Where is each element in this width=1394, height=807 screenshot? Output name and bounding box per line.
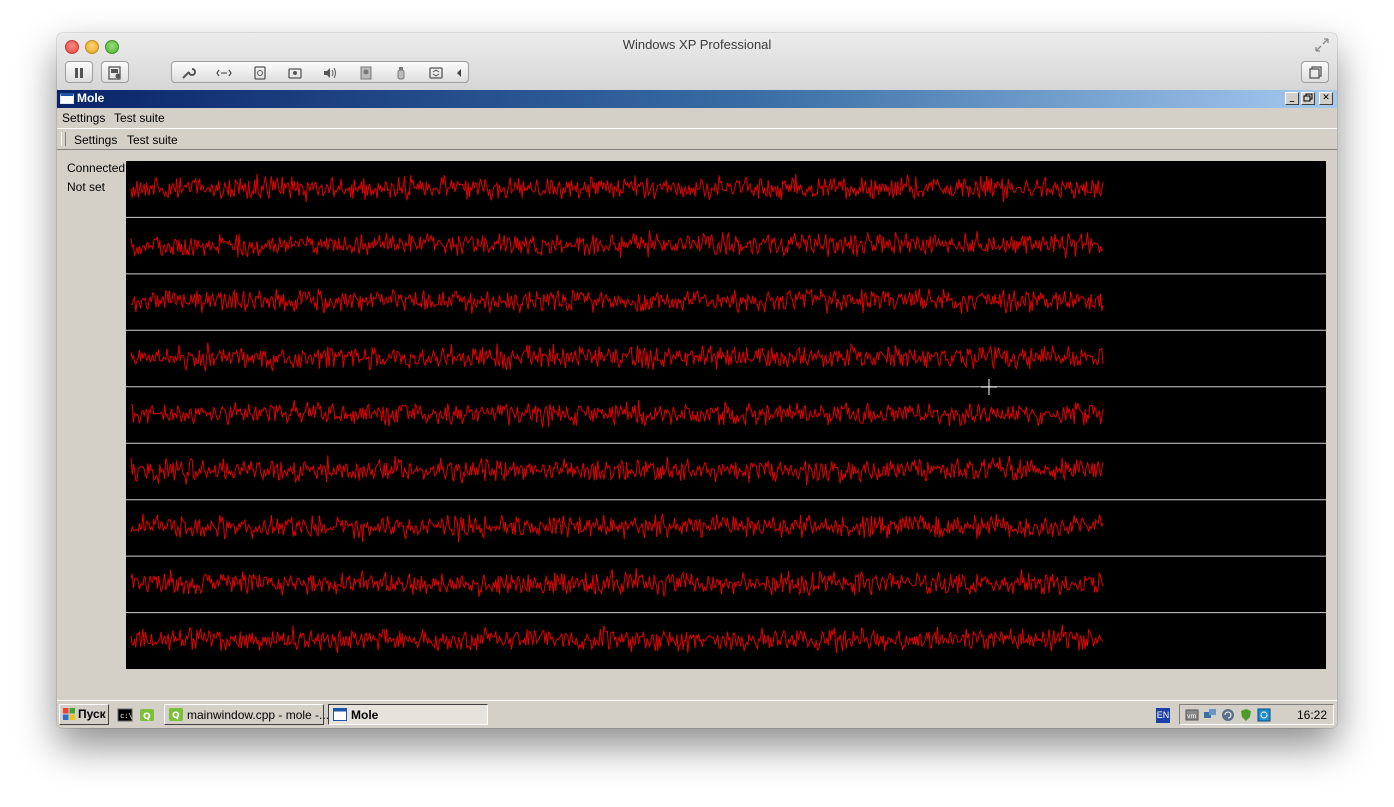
app-title: Mole — [77, 91, 105, 105]
signal-channels — [126, 173, 1326, 654]
unity-view-icon — [1307, 65, 1323, 79]
sound-icon[interactable] — [322, 65, 338, 79]
task-mole[interactable]: Mole — [328, 704, 488, 725]
host-window-title: Windows XP Professional — [622, 37, 772, 52]
app-titlebar: Mole _ ✕ — [57, 90, 1337, 108]
monitor-tray-icon[interactable] — [1257, 708, 1271, 722]
qt-creator-icon[interactable]: Q — [139, 708, 155, 722]
usb-icon[interactable] — [393, 65, 409, 80]
language-indicator[interactable]: EN — [1156, 708, 1170, 723]
hard-disk-icon[interactable] — [252, 65, 268, 80]
signal-channel-9 — [130, 624, 1104, 654]
host-window: Windows XP Professional Mole _ ✕ Setting… — [57, 33, 1337, 728]
network-tray-icon[interactable] — [1203, 708, 1217, 722]
signal-channel-6 — [130, 455, 1104, 486]
settings-wrench-icon[interactable] — [180, 65, 196, 79]
windows-flag-icon — [63, 708, 75, 720]
shield-icon[interactable] — [1239, 708, 1253, 722]
collapse-arrow-icon[interactable] — [452, 65, 468, 79]
window-icon — [60, 93, 74, 104]
start-label: Пуск — [78, 707, 106, 721]
signal-plot-area — [126, 161, 1326, 669]
signal-channel-1 — [130, 173, 1104, 203]
restore-icon — [1303, 93, 1313, 102]
pause-icon — [71, 65, 87, 79]
signal-channel-5 — [130, 399, 1104, 428]
network-icon[interactable] — [216, 65, 232, 79]
qt-creator-icon: Q — [169, 708, 183, 721]
task-qt-creator[interactable]: Q mainwindow.cpp - mole -... — [164, 704, 329, 725]
signal-channel-8 — [130, 567, 1104, 597]
task-label: mainwindow.cpp - mole -... — [187, 708, 330, 722]
toolbar-settings[interactable]: Settings — [74, 133, 117, 147]
signal-channel-7 — [130, 513, 1104, 543]
vmware-tools-icon[interactable]: vm — [1185, 708, 1199, 722]
device-toolbar — [171, 61, 469, 83]
connection-status: Connected — [67, 161, 126, 175]
svg-text:vm: vm — [1187, 713, 1197, 720]
signal-channel-4 — [130, 342, 1104, 372]
menu-test-suite[interactable]: Test suite — [114, 111, 165, 125]
menu-settings[interactable]: Settings — [62, 111, 105, 125]
snapshot-icon — [107, 65, 123, 80]
svg-text:c:\: c:\ — [120, 712, 133, 720]
toolbar-grip[interactable] — [61, 132, 66, 146]
close-button[interactable]: ✕ — [1319, 92, 1333, 105]
svg-text:Q: Q — [143, 712, 151, 722]
mode-status: Not set — [67, 180, 106, 194]
menu-bar: Settings Test suite — [57, 108, 1337, 128]
cd-dvd-icon[interactable] — [287, 65, 303, 79]
signal-channel-3 — [130, 287, 1104, 314]
camera-icon[interactable] — [358, 65, 374, 80]
update-icon[interactable] — [1221, 708, 1235, 722]
host-titlebar: Windows XP Professional — [57, 33, 1337, 91]
shared-folders-icon[interactable] — [428, 65, 444, 79]
minimize-button[interactable]: _ — [1285, 92, 1299, 105]
system-tray: EN vm 16:22 — [1156, 704, 1334, 725]
window-icon — [333, 708, 347, 721]
restore-button[interactable] — [1301, 92, 1315, 105]
unity-view-button[interactable] — [1301, 61, 1329, 83]
snapshot-button[interactable] — [101, 61, 129, 83]
crosshair-cursor-icon — [981, 379, 997, 395]
task-label: Mole — [351, 708, 379, 722]
pause-button[interactable] — [65, 61, 93, 83]
svg-text:Q: Q — [172, 711, 180, 721]
app-toolbar: Settings Test suite — [57, 128, 1337, 150]
fullscreen-icon[interactable] — [1315, 38, 1329, 52]
signal-channel-2 — [130, 230, 1104, 259]
clock: 16:22 — [1296, 708, 1327, 722]
taskbar: Пуск c:\ Q Q mainwindow.cpp - mole -... … — [57, 700, 1337, 728]
console-icon[interactable]: c:\ — [117, 708, 133, 722]
start-button[interactable]: Пуск — [59, 704, 109, 725]
toolbar-test-suite[interactable]: Test suite — [127, 133, 178, 147]
